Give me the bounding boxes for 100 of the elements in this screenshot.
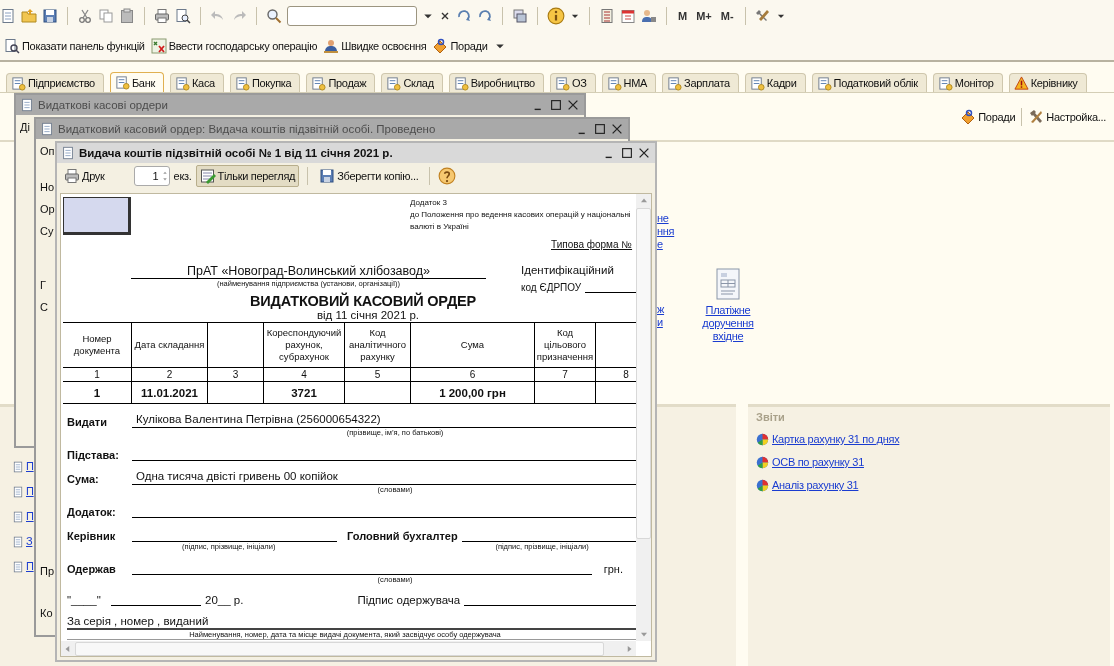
- tab[interactable]: Банк: [109, 72, 164, 92]
- info-icon[interactable]: [547, 7, 565, 25]
- copies-field[interactable]: 1: [133, 166, 170, 186]
- ledger-icon: [175, 75, 190, 91]
- column-number: 6: [410, 367, 535, 382]
- folder-icon[interactable]: [21, 8, 37, 24]
- copy-icon[interactable]: [98, 8, 114, 24]
- search-field[interactable]: [287, 6, 417, 26]
- tab[interactable]: Покупка: [229, 73, 301, 92]
- tab[interactable]: НМА: [601, 73, 657, 92]
- table-cell: 3721: [263, 381, 345, 404]
- column-number: 5: [344, 367, 411, 382]
- report-icon: [756, 479, 769, 492]
- function-button[interactable]: Ввести господарську операцію: [150, 38, 318, 54]
- function-button[interactable]: Поради: [432, 38, 488, 54]
- tips-icon: [960, 108, 977, 125]
- down-arrow-icon[interactable]: [160, 176, 169, 183]
- form-type: Типова форма №: [551, 239, 634, 250]
- link[interactable]: П: [26, 460, 34, 473]
- document-icon[interactable]: [12, 484, 24, 499]
- ledger-icon: [311, 75, 327, 91]
- memory-button[interactable]: M: [676, 10, 690, 22]
- tab[interactable]: Склад: [381, 73, 443, 92]
- function-button[interactable]: Показати панель функцій: [4, 38, 145, 54]
- settings-button[interactable]: Настройка...: [1028, 108, 1106, 125]
- tab[interactable]: Каса: [170, 73, 224, 92]
- tips-button[interactable]: Поради: [960, 108, 1016, 125]
- scissors-icon[interactable]: [77, 8, 93, 24]
- hammer-icon: [1028, 108, 1045, 125]
- field-label: Керівник: [67, 530, 117, 542]
- document-icon[interactable]: [12, 559, 24, 574]
- tab[interactable]: Монітор: [932, 73, 1003, 92]
- tab[interactable]: Податковий облік: [811, 73, 927, 92]
- label: С: [40, 301, 48, 313]
- print-button[interactable]: Друк: [61, 165, 108, 187]
- tools-icon[interactable]: [754, 8, 771, 24]
- link[interactable]: П: [26, 485, 34, 498]
- tab[interactable]: Підприємство: [6, 73, 104, 92]
- document-title: ВИДАТКОВИЙ КАСОВИЙ ОРДЕР: [249, 293, 477, 309]
- vertical-scrollbar[interactable]: [636, 194, 651, 641]
- link[interactable]: П: [26, 510, 34, 523]
- printer-icon[interactable]: [154, 8, 170, 24]
- appendix-note: Додаток 3 до Положення про ведення касових операцій у національні валюті в Україні: [410, 197, 631, 233]
- label: код ЄДРПОУ: [521, 282, 582, 293]
- document-icon[interactable]: [713, 268, 743, 300]
- calendar-icon[interactable]: [620, 8, 636, 24]
- report-link[interactable]: ОСВ по рахунку 31: [772, 456, 864, 469]
- ledger-icon: [453, 75, 469, 91]
- view-only-button[interactable]: Тільки перегляд: [195, 165, 300, 187]
- label: Но: [40, 181, 55, 193]
- link[interactable]: ж и: [657, 303, 677, 329]
- search-icon[interactable]: [266, 8, 282, 24]
- print-preview-icon[interactable]: [175, 8, 191, 24]
- memory-button[interactable]: M-: [718, 10, 736, 22]
- close-icon[interactable]: [637, 146, 651, 160]
- tab[interactable]: Продаж: [306, 73, 376, 92]
- tab[interactable]: Виробництво: [448, 73, 544, 92]
- column-header: Код аналітичного рахунку: [344, 322, 411, 368]
- link[interactable]: П: [26, 560, 34, 573]
- function-button[interactable]: Швидке освоєння: [323, 38, 427, 54]
- copies-unit: екз.: [173, 170, 192, 182]
- report-link[interactable]: Картка рахунку 31 по днях: [772, 433, 900, 446]
- link[interactable]: не ння е: [657, 212, 677, 251]
- calculator-icon[interactable]: [599, 8, 615, 24]
- link[interactable]: Платіжне доручення вхідне: [695, 304, 761, 343]
- clear-icon[interactable]: [439, 10, 451, 22]
- label: Ор: [40, 203, 55, 215]
- field-label: Видати: [67, 416, 108, 428]
- report-icon: [756, 433, 769, 446]
- label: Ді: [20, 121, 30, 133]
- tab[interactable]: Керівнику: [1008, 73, 1087, 92]
- tab[interactable]: ОЗ: [549, 73, 596, 92]
- clipboard-icon[interactable]: [119, 8, 135, 24]
- user-icon[interactable]: [641, 8, 657, 24]
- ledger-icon: [386, 75, 402, 91]
- circular-arrow-icon[interactable]: [477, 8, 493, 24]
- label: Оп: [40, 145, 55, 157]
- label: Ко: [40, 607, 53, 619]
- document-icon[interactable]: [12, 509, 24, 524]
- column-number: 7: [534, 367, 596, 382]
- save-copy-button[interactable]: Зберегти копію...: [316, 165, 422, 187]
- field-label: Додаток:: [67, 506, 117, 518]
- scroll-thumb[interactable]: [636, 208, 651, 539]
- windows-icon[interactable]: [512, 8, 528, 24]
- document-icon[interactable]: [12, 534, 24, 549]
- up-arrow-icon[interactable]: [160, 169, 169, 176]
- maximize-icon[interactable]: [620, 146, 634, 160]
- tab[interactable]: Зарплата: [662, 73, 739, 92]
- new-document-icon[interactable]: [0, 8, 16, 24]
- circular-arrow-icon[interactable]: [456, 8, 472, 24]
- person-icon: [323, 38, 340, 54]
- memory-button[interactable]: M+: [694, 10, 714, 22]
- help-icon[interactable]: [438, 167, 457, 185]
- report-link[interactable]: Аналіз рахунку 31: [772, 479, 859, 492]
- ledger-icon: [114, 75, 130, 90]
- ledger-icon: [11, 75, 26, 91]
- link[interactable]: З: [26, 535, 33, 548]
- column-header: Сума: [410, 322, 535, 368]
- document-icon[interactable]: [12, 459, 24, 474]
- tab[interactable]: Кадри: [744, 73, 806, 92]
